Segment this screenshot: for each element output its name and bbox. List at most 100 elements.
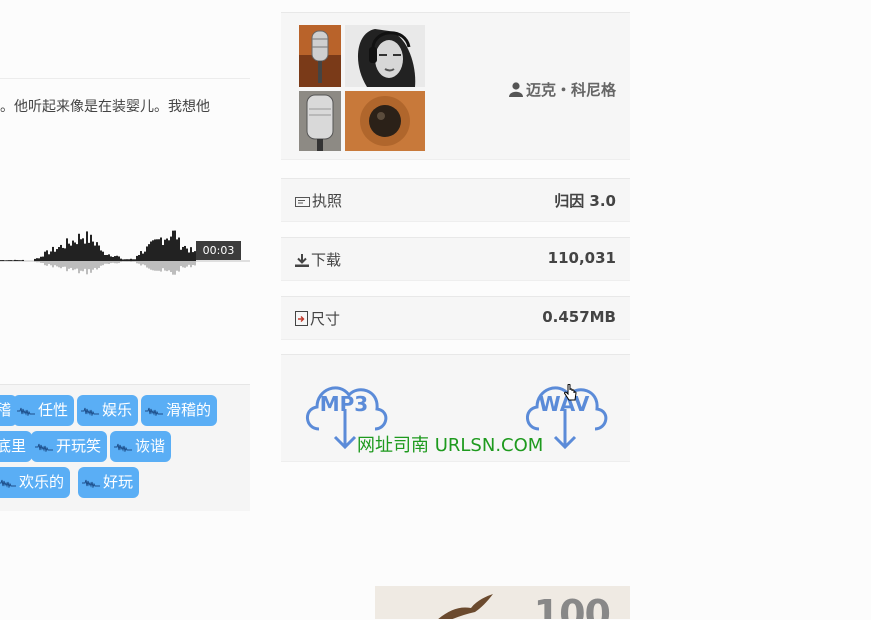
waveform-reflection-bar <box>98 261 100 268</box>
waveform-reflection-bar <box>168 261 170 270</box>
sound-detail-panel: 。他听起来像是在装婴儿。我想他 00:03 稽 任性 娱乐 滑稽的 底里 开玩笑… <box>0 0 250 620</box>
sound-description: 。他听起来像是在装婴儿。我想他 <box>0 96 250 116</box>
waveform-bar <box>98 246 100 261</box>
waveform-bar <box>124 259 126 261</box>
tag[interactable]: 任性 <box>13 395 74 426</box>
waveform-bar <box>10 260 12 261</box>
waveform-reflection-bar <box>150 261 152 270</box>
waveform-bar <box>106 255 108 261</box>
waveform-bar <box>142 254 144 261</box>
ad-banner[interactable]: 100 <box>375 586 630 619</box>
microphone-thumbnail <box>299 25 341 87</box>
size-row: 尺寸 0.457MB <box>281 296 630 340</box>
waveform-reflection-bar <box>78 261 80 273</box>
author-card: 迈克・科尼格 <box>281 12 630 160</box>
waveform-icon <box>145 406 163 416</box>
waveform-bar <box>118 256 120 261</box>
waveform-bar <box>16 260 18 261</box>
waveform-reflection-bar <box>116 261 118 263</box>
waveform-reflection-bar <box>130 261 132 262</box>
waveform-bar <box>102 252 104 261</box>
waveform-reflection-bar <box>80 261 82 271</box>
divider <box>0 78 250 79</box>
waveform-bar <box>84 244 86 261</box>
author-link[interactable]: 迈克・科尼格 <box>509 79 616 100</box>
waveform-reflection-bar <box>186 261 188 267</box>
waveform-reflection-bar <box>144 261 146 265</box>
waveform-reflection-bar <box>188 261 190 265</box>
waveform-bar <box>14 260 16 261</box>
waveform-bar <box>158 239 160 261</box>
waveform-bar <box>138 255 140 261</box>
waveform-reflection-bar <box>174 261 176 275</box>
waveform-bar <box>90 235 92 261</box>
waveform-reflection-bar <box>70 261 72 268</box>
tag[interactable]: 欢乐的 <box>0 467 70 498</box>
waveform-reflection-bar <box>66 261 68 271</box>
waveform-reflection-bar <box>50 261 52 265</box>
license-label: 执照 <box>312 192 342 210</box>
waveform-reflection-bar <box>96 261 98 269</box>
waveform-reflection-bar <box>176 261 178 271</box>
waveform-bar <box>12 260 14 261</box>
waveform-bar <box>172 231 174 261</box>
tag[interactable]: 底里 <box>0 431 32 462</box>
waveform-reflection-bar <box>40 261 42 263</box>
waveform-bar <box>2 260 4 261</box>
waveform-reflection-bar <box>102 261 104 265</box>
waveform-bar <box>96 242 98 261</box>
waveform-bar <box>162 245 164 261</box>
waveform-bar <box>116 256 118 261</box>
waveform-bar <box>120 259 122 261</box>
waveform-reflection-bar <box>128 261 130 262</box>
waveform-reflection-bar <box>100 261 102 266</box>
waveform-reflection-bar <box>86 261 88 274</box>
download-card: MP3 WAV 网址司南 URLSN.COM <box>281 354 630 462</box>
waveform-bar <box>92 242 94 261</box>
waveform-reflection-bar <box>156 261 158 271</box>
waveform-reflection-bar <box>36 261 38 262</box>
waveform-bar <box>72 241 74 261</box>
waveform-bar <box>140 251 142 261</box>
waveform-reflection-bar <box>148 261 150 269</box>
license-value[interactable]: 归因 3.0 <box>554 190 616 211</box>
waveform-bar <box>44 252 46 261</box>
download-icon <box>295 254 309 267</box>
waveform-bar <box>58 247 60 261</box>
waveform-reflection-bar <box>124 261 126 262</box>
waveform-bar <box>166 239 168 261</box>
waveform-reflection-bar <box>180 261 182 266</box>
waveform-bar <box>46 250 48 261</box>
waveform-bar <box>40 257 42 261</box>
waveform-bar <box>170 237 172 261</box>
tag[interactable]: 好玩 <box>78 467 139 498</box>
author-avatar-collage[interactable] <box>299 25 425 151</box>
waveform-reflection-bar <box>132 261 134 262</box>
condenser-mic-thumbnail <box>299 91 341 151</box>
waveform-reflection-bar <box>166 261 168 271</box>
waveform-bar <box>192 252 194 261</box>
waveform-bar <box>168 240 170 261</box>
waveform-bar <box>184 246 186 261</box>
tag[interactable]: 开玩笑 <box>31 431 107 462</box>
tag[interactable]: 娱乐 <box>77 395 138 426</box>
waveform-reflection-bar <box>184 261 186 268</box>
waveform-bar <box>122 259 124 261</box>
waveform-reflection-bar <box>170 261 172 272</box>
waveform-bar <box>146 246 148 261</box>
waveform-reflection-bar <box>158 261 160 271</box>
waveform-reflection-bar <box>152 261 154 270</box>
waveform-reflection-bar <box>60 261 62 268</box>
tag[interactable]: 滑稽的 <box>141 395 217 426</box>
waveform-reflection-bar <box>44 261 46 265</box>
waveform-reflection-bar <box>94 261 96 268</box>
eagle-icon <box>435 592 495 619</box>
waveform-bar <box>100 250 102 261</box>
waveform-reflection-bar <box>178 261 180 272</box>
tag[interactable]: 诙谐 <box>110 431 171 462</box>
hand-cursor-icon <box>564 384 577 402</box>
waveform-bar <box>188 253 190 261</box>
waveform-bar <box>164 240 166 261</box>
license-icon <box>295 196 310 208</box>
waveform-bar <box>60 245 62 261</box>
